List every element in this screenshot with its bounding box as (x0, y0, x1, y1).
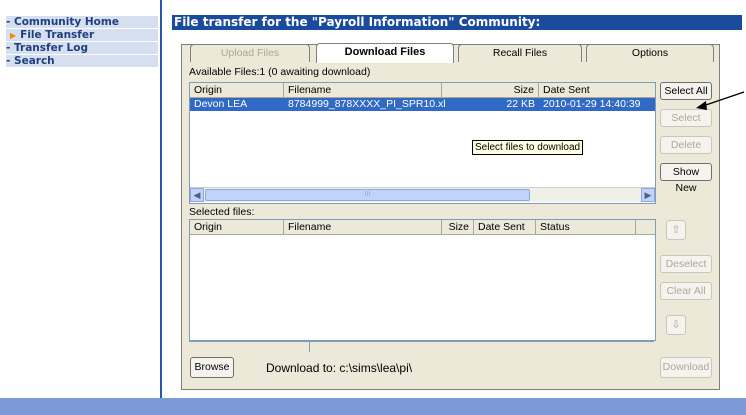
sidebar-item-label: - Community Home (6, 16, 119, 28)
column-header-origin[interactable]: Origin (190, 220, 284, 234)
sidebar-item-label: - Search (6, 55, 55, 67)
clear-all-button[interactable]: Clear All (660, 282, 712, 300)
sidebar: - Community Home ▶ File Transfer - Transf… (0, 0, 162, 398)
sidebar-item-file-transfer[interactable]: ▶ File Transfer (6, 29, 158, 41)
tab-upload-files[interactable]: Upload Files (190, 44, 310, 62)
cell-filename: 8784999_878XXXX_PI_SPR10.xls (288, 98, 446, 110)
column-header-origin[interactable]: Origin (190, 83, 284, 97)
tab-options[interactable]: Options (586, 44, 714, 62)
download-button[interactable]: Download (660, 357, 712, 378)
available-files-list[interactable]: Origin Filename Size Date Sent Devon LEA… (189, 82, 656, 204)
scrollbar-thumb[interactable]: III (205, 189, 530, 201)
column-header-status[interactable]: Status (536, 220, 636, 234)
column-header-size[interactable]: Size (442, 83, 539, 97)
sidebar-item-search[interactable]: - Search (6, 55, 158, 67)
available-files-label: Available Files:1 (0 awaiting download) (189, 66, 371, 78)
selected-files-footer (189, 341, 654, 352)
cell-size: 22 KB (506, 98, 535, 110)
list-header: Origin Filename Size Date Sent (190, 83, 655, 98)
move-up-icon[interactable]: ⇧ (666, 220, 686, 240)
download-path: Download to: c:\sims\lea\pi\ (266, 361, 413, 375)
tab-download-files[interactable]: Download Files (316, 43, 454, 63)
triangle-right-icon: ▶ (10, 31, 17, 40)
annotation-arrow-icon (696, 91, 745, 110)
sidebar-item-transfer-log[interactable]: - Transfer Log (6, 42, 158, 54)
column-header-date-sent[interactable]: Date Sent (474, 220, 536, 234)
table-row[interactable]: Devon LEA 8784999_878XXXX_PI_SPR10.xls 2… (190, 98, 655, 111)
scroll-right-arrow-icon[interactable]: ▶ (641, 188, 655, 202)
cell-origin: Devon LEA (194, 98, 248, 110)
column-header-size[interactable]: Size (442, 220, 474, 234)
tab-recall-files[interactable]: Recall Files (458, 44, 582, 62)
selected-files-label: Selected files: (189, 206, 255, 218)
footer-bar (0, 398, 746, 415)
deselect-button[interactable]: Deselect (660, 255, 712, 273)
selected-files-list[interactable]: Origin Filename Size Date Sent Status (189, 219, 656, 341)
list-header: Origin Filename Size Date Sent Status (190, 220, 655, 235)
scroll-left-arrow-icon[interactable]: ◀ (190, 188, 204, 202)
sidebar-item-label: File Transfer (20, 29, 95, 41)
cell-date-sent: 2010-01-29 14:40:39 (543, 98, 641, 110)
horizontal-scrollbar[interactable]: ◀ III ▶ (190, 187, 655, 202)
show-new-button[interactable]: Show New (660, 163, 712, 194)
page-title: File transfer for the "Payroll Informati… (172, 15, 742, 30)
column-header-filename[interactable]: Filename (284, 83, 442, 97)
sidebar-item-label: - Transfer Log (6, 42, 88, 54)
column-header-date-sent[interactable]: Date Sent (539, 83, 655, 97)
move-down-icon[interactable]: ⇩ (666, 315, 686, 335)
browse-button[interactable]: Browse (190, 357, 234, 378)
delete-button[interactable]: Delete (660, 136, 712, 154)
sidebar-item-community-home[interactable]: - Community Home (6, 16, 158, 28)
tooltip: Select files to download (472, 140, 584, 155)
column-header-filename[interactable]: Filename (284, 220, 442, 234)
